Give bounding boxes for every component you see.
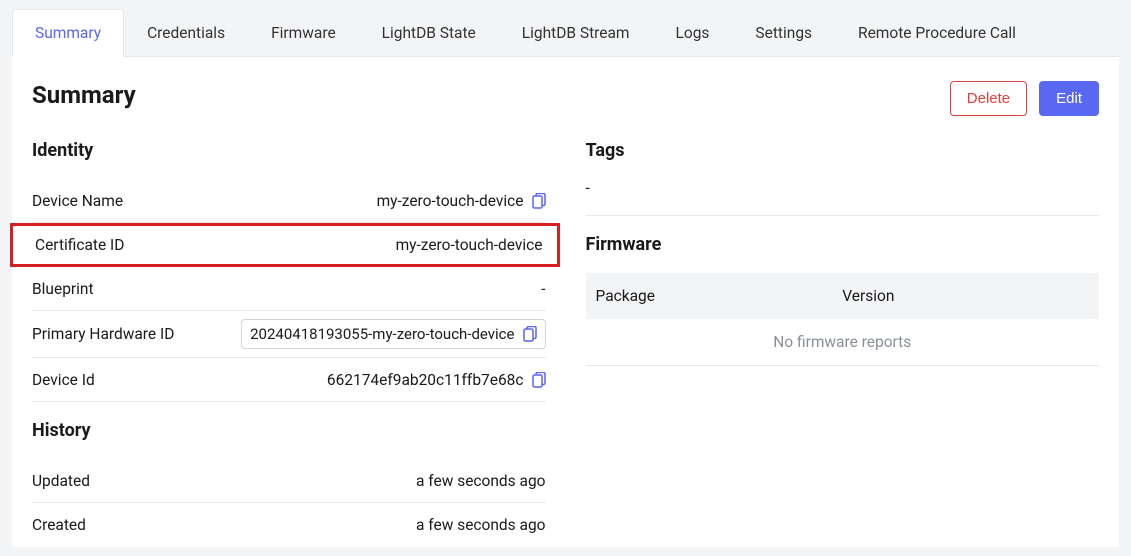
firmware-col-package: Package <box>596 287 843 305</box>
tab-lightdb-state[interactable]: LightDB State <box>359 9 499 57</box>
tags-heading: Tags <box>586 140 1100 161</box>
tags-value: - <box>586 179 1100 197</box>
history-row-created: Created a few seconds ago <box>32 503 546 547</box>
updated-label: Updated <box>32 472 90 490</box>
tab-rpc[interactable]: Remote Procedure Call <box>835 9 1039 57</box>
blueprint-label: Blueprint <box>32 280 94 298</box>
history-heading: History <box>32 420 546 441</box>
tab-settings[interactable]: Settings <box>732 9 835 57</box>
firmware-empty-text: No firmware reports <box>586 319 1100 366</box>
firmware-table: Package Version No firmware reports <box>586 273 1100 366</box>
blueprint-value: - <box>541 280 545 298</box>
identity-row-primary-hardware-id: Primary Hardware ID 20240418193055-my-ze… <box>32 311 546 358</box>
tab-lightdb-stream[interactable]: LightDB Stream <box>499 9 653 57</box>
action-buttons: Delete Edit <box>950 81 1099 116</box>
page-title: Summary <box>32 81 136 109</box>
copy-icon[interactable] <box>523 326 537 342</box>
identity-row-device-id: Device Id 662174ef9ab20c11ffb7e68c <box>32 358 546 402</box>
certificate-id-value: my-zero-touch-device <box>396 236 543 254</box>
device-id-label: Device Id <box>32 371 95 389</box>
identity-row-certificate-id: Certificate ID my-zero-touch-device <box>10 223 560 267</box>
tab-bar: Summary Credentials Firmware LightDB Sta… <box>12 8 1119 57</box>
primary-hardware-id-value: 20240418193055-my-zero-touch-device <box>250 325 514 343</box>
identity-heading: Identity <box>32 140 546 161</box>
device-name-label: Device Name <box>32 192 123 210</box>
tab-credentials[interactable]: Credentials <box>124 9 248 57</box>
device-id-value: 662174ef9ab20c11ffb7e68c <box>327 371 524 389</box>
firmware-col-version: Version <box>842 287 1089 305</box>
updated-value: a few seconds ago <box>416 472 546 490</box>
tab-logs[interactable]: Logs <box>653 9 733 57</box>
divider <box>586 215 1100 216</box>
identity-row-device-name: Device Name my-zero-touch-device <box>32 179 546 223</box>
delete-button[interactable]: Delete <box>950 81 1027 116</box>
firmware-heading: Firmware <box>586 234 1100 255</box>
tab-summary[interactable]: Summary <box>12 9 124 57</box>
device-name-value: my-zero-touch-device <box>377 192 524 210</box>
firmware-table-header: Package Version <box>586 273 1100 319</box>
copy-icon[interactable] <box>532 193 546 209</box>
created-value: a few seconds ago <box>416 516 546 534</box>
tab-firmware[interactable]: Firmware <box>248 9 359 57</box>
identity-row-blueprint: Blueprint - <box>32 267 546 311</box>
certificate-id-label: Certificate ID <box>35 236 124 254</box>
created-label: Created <box>32 516 86 534</box>
copy-icon[interactable] <box>532 372 546 388</box>
edit-button[interactable]: Edit <box>1039 81 1099 116</box>
history-row-updated: Updated a few seconds ago <box>32 459 546 503</box>
primary-hardware-id-label: Primary Hardware ID <box>32 325 174 343</box>
primary-hardware-id-chip: 20240418193055-my-zero-touch-device <box>241 319 545 349</box>
